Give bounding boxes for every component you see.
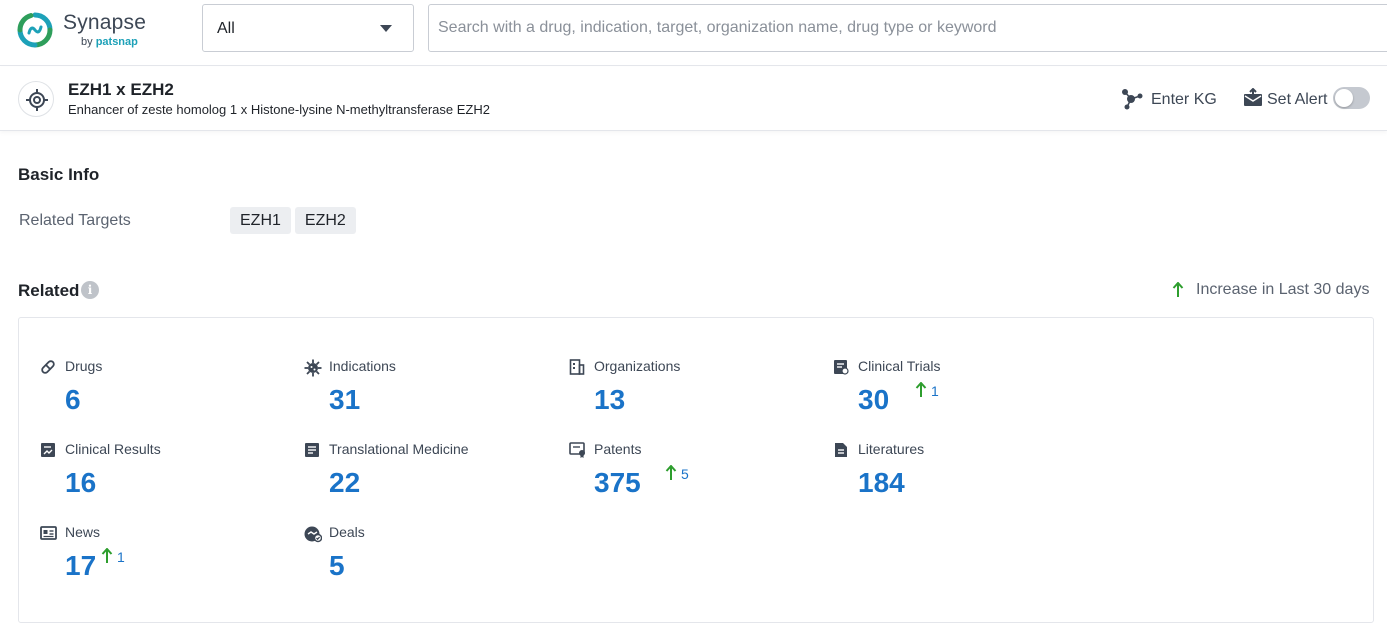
entity-header: EZH1 x EZH2 Enhancer of zeste homolog 1 … — [0, 67, 1387, 131]
stat-value[interactable]: 5 — [329, 550, 345, 582]
stat-increase-value: 1 — [931, 383, 939, 399]
stat-label: Indications — [329, 358, 396, 374]
entity-title: EZH1 x EZH2 — [68, 80, 174, 100]
stat-literatures: Literatures 184 — [833, 440, 1073, 510]
document-list-icon — [304, 442, 320, 458]
stat-value[interactable]: 6 — [65, 384, 81, 416]
set-alert-toggle[interactable] — [1333, 87, 1370, 109]
stat-clinical-results: Clinical Results 16 — [40, 440, 280, 510]
stat-drugs: Drugs 6 — [40, 357, 280, 427]
related-title: Related — [18, 281, 79, 301]
certificate-icon — [569, 442, 587, 458]
stat-label: News — [65, 524, 100, 540]
search-input[interactable] — [438, 5, 1378, 51]
increase-legend-label: Increase in Last 30 days — [1196, 281, 1369, 299]
entity-subtitle: Enhancer of zeste homolog 1 x Histone-ly… — [68, 102, 490, 117]
top-bar: Synapse by patsnap All — [0, 0, 1387, 66]
virus-icon — [304, 359, 322, 377]
stat-label: Organizations — [594, 358, 680, 374]
logo-byline-brand: patsnap — [96, 36, 138, 48]
arrow-up-icon — [101, 548, 113, 564]
stat-indications: Indications 31 — [304, 357, 544, 427]
stat-value[interactable]: 30 — [858, 384, 889, 416]
chart-report-icon — [40, 442, 56, 458]
stat-clinical-trials: Clinical Trials 30 1 — [833, 357, 1073, 427]
newspaper-icon — [40, 525, 57, 541]
knowledge-graph-icon — [1120, 88, 1144, 110]
pill-icon — [40, 359, 56, 375]
stat-increase-value: 5 — [681, 466, 689, 482]
arrow-up-icon — [665, 465, 677, 481]
stat-news: News 17 1 — [40, 523, 280, 593]
target-icon — [26, 89, 48, 111]
stat-label: Clinical Trials — [858, 358, 940, 374]
increase-legend: Increase in Last 30 days — [1172, 280, 1374, 300]
stat-label: Clinical Results — [65, 441, 161, 457]
arrow-up-icon — [1172, 282, 1184, 298]
stat-organizations: Organizations 13 — [569, 357, 809, 427]
search-scope-select[interactable]: All — [202, 4, 414, 52]
caret-down-icon — [380, 25, 392, 32]
enter-kg-label: Enter KG — [1151, 91, 1217, 109]
stat-value[interactable]: 16 — [65, 467, 96, 499]
search-scope-value: All — [217, 20, 235, 38]
stat-label: Literatures — [858, 441, 924, 457]
stat-label: Translational Medicine — [329, 441, 469, 457]
arrow-up-icon — [915, 382, 927, 398]
search-box — [428, 4, 1387, 52]
related-targets-tags: EZH1 EZH2 — [230, 207, 360, 234]
stat-label: Patents — [594, 441, 641, 457]
clipboard-icon — [833, 359, 849, 375]
basic-info-title: Basic Info — [18, 165, 99, 185]
toggle-knob — [1335, 89, 1353, 107]
stat-value[interactable]: 184 — [858, 467, 905, 499]
synapse-logo[interactable]: Synapse by patsnap — [17, 11, 187, 51]
stat-translational-medicine: Translational Medicine 22 — [304, 440, 544, 510]
stat-increase-value: 1 — [117, 549, 125, 565]
building-icon — [569, 359, 585, 375]
related-stats-card: Drugs 6 Indications 31 — [18, 317, 1374, 623]
related-targets-label: Related Targets — [19, 212, 131, 230]
stat-value[interactable]: 375 — [594, 467, 641, 499]
file-text-icon — [833, 442, 849, 458]
entity-avatar — [18, 81, 54, 117]
synapse-logo-icon — [17, 12, 53, 48]
handshake-icon — [304, 525, 322, 543]
target-tag[interactable]: EZH1 — [230, 207, 291, 234]
logo-name: Synapse — [63, 11, 146, 35]
stat-value[interactable]: 22 — [329, 467, 360, 499]
alert-mail-icon — [1243, 88, 1263, 108]
stat-label: Drugs — [65, 358, 102, 374]
stat-value[interactable]: 13 — [594, 384, 625, 416]
set-alert-label: Set Alert — [1267, 91, 1327, 109]
stat-value[interactable]: 17 — [65, 550, 96, 582]
stat-label: Deals — [329, 524, 365, 540]
logo-byline-prefix: by — [81, 36, 93, 48]
info-icon[interactable]: i — [81, 281, 99, 299]
stat-value[interactable]: 31 — [329, 384, 360, 416]
target-tag[interactable]: EZH2 — [295, 207, 356, 234]
logo-byline: by patsnap — [81, 36, 138, 48]
stat-deals: Deals 5 — [304, 523, 544, 593]
stat-patents: Patents 375 5 — [569, 440, 809, 510]
